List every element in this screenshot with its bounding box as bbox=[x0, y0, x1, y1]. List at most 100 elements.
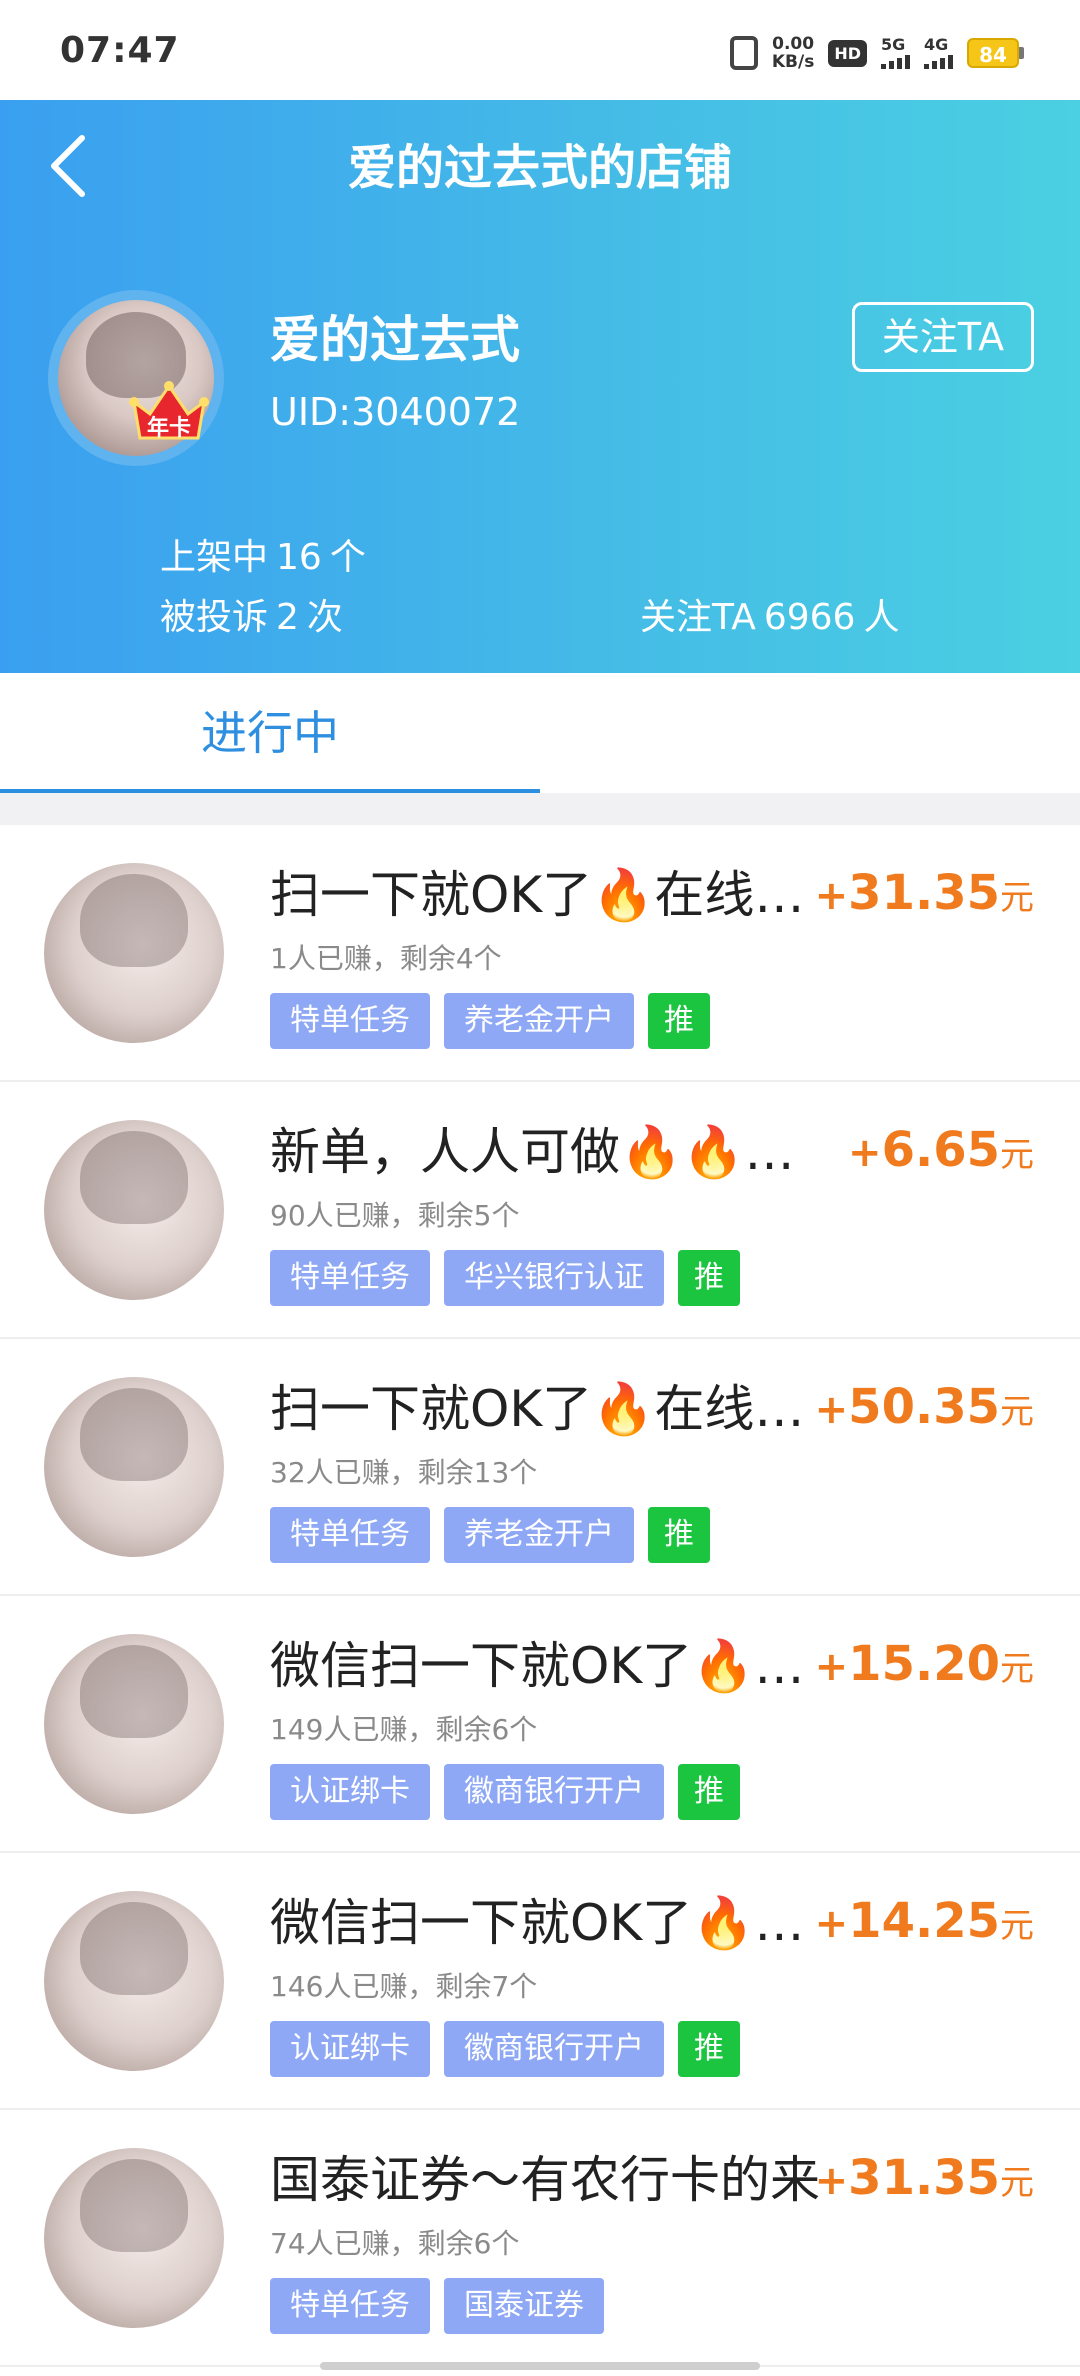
section-divider bbox=[0, 793, 1080, 825]
follower-count: 关注TA 6966 人 bbox=[640, 588, 899, 640]
complaint-prefix: 被投诉 bbox=[160, 597, 269, 638]
task-reward: +14.25元 bbox=[815, 1893, 1034, 1949]
follow-button[interactable]: 关注TA bbox=[852, 302, 1034, 372]
price-plus: + bbox=[814, 1644, 849, 1690]
task-title: 扫一下就OK了🔥在线… bbox=[270, 1380, 805, 1438]
task-tags: 特单任务 国泰证券 bbox=[270, 2278, 604, 2334]
task-tag: 养老金开户 bbox=[444, 993, 634, 1049]
home-indicator[interactable] bbox=[320, 2362, 760, 2370]
price-amount: 6.65 bbox=[881, 1122, 1000, 1178]
task-row[interactable]: 微信扫一下就OK了🔥… +14.25元 146人已赚，剩余7个 认证绑卡 徽商银行… bbox=[0, 1853, 1080, 2110]
task-tags: 特单任务 养老金开户推 bbox=[270, 1507, 710, 1563]
signal-5g-label: 5G bbox=[881, 35, 906, 54]
status-time: 07:47 bbox=[60, 30, 180, 71]
task-tag: 认证绑卡 bbox=[270, 2021, 430, 2077]
annual-card-badge: 年卡 bbox=[128, 380, 210, 444]
network-speed: 0.00 KB/s bbox=[772, 35, 814, 71]
tab-in-progress[interactable]: 进行中 bbox=[0, 673, 540, 793]
follower-prefix: 关注TA bbox=[640, 597, 756, 638]
task-tags: 特单任务 华兴银行认证推 bbox=[270, 1250, 740, 1306]
shop-username: 爱的过去式 bbox=[270, 311, 520, 369]
task-tag: 徽商银行开户 bbox=[444, 1764, 664, 1820]
task-progress: 146人已赚，剩余7个 bbox=[270, 1970, 538, 2003]
task-tag: 国泰证券 bbox=[444, 2278, 604, 2334]
listed-number: 16 bbox=[276, 537, 322, 578]
price-amount: 15.20 bbox=[848, 1636, 1000, 1692]
task-tag: 徽商银行开户 bbox=[444, 2021, 664, 2077]
task-avatar bbox=[44, 1377, 224, 1557]
price-unit: 元 bbox=[1000, 2163, 1034, 2203]
task-tag: 特单任务 bbox=[270, 993, 430, 1049]
recommended-tag: 推 bbox=[678, 2021, 740, 2077]
price-plus: + bbox=[814, 2158, 849, 2204]
signal-4g-label: 4G bbox=[924, 35, 949, 54]
task-progress: 1人已赚，剩余4个 bbox=[270, 942, 502, 975]
network-speed-unit: KB/s bbox=[771, 52, 815, 72]
task-avatar bbox=[44, 1891, 224, 2071]
price-amount: 50.35 bbox=[848, 1379, 1000, 1435]
tab-bar: 进行中 bbox=[0, 673, 1080, 793]
page-title: 爱的过去式的店铺 bbox=[347, 140, 732, 196]
price-unit: 元 bbox=[1000, 1649, 1034, 1689]
task-progress: 90人已赚，剩余5个 bbox=[270, 1199, 520, 1232]
task-avatar bbox=[44, 1634, 224, 1814]
price-plus: + bbox=[814, 873, 849, 919]
complaint-suffix: 次 bbox=[306, 597, 343, 638]
task-avatar bbox=[44, 1120, 224, 1300]
recommended-tag: 推 bbox=[648, 993, 710, 1049]
price-plus: + bbox=[814, 1901, 849, 1947]
network-speed-value: 0.00 bbox=[772, 34, 815, 54]
complaint-number: 2 bbox=[276, 597, 299, 638]
price-unit: 元 bbox=[1000, 1906, 1034, 1946]
battery-level: 84 bbox=[967, 38, 1019, 68]
task-avatar bbox=[44, 863, 224, 1043]
task-progress: 74人已赚，剩余6个 bbox=[270, 2227, 520, 2260]
task-tag: 特单任务 bbox=[270, 2278, 430, 2334]
task-tag: 特单任务 bbox=[270, 1507, 430, 1563]
task-row[interactable]: 国泰证券～有农行卡的来 +31.35元 74人已赚，剩余6个 特单任务 国泰证券 bbox=[0, 2110, 1080, 2367]
annual-card-label: 年卡 bbox=[146, 416, 191, 441]
signal-5g-icon: 5G bbox=[881, 37, 910, 69]
listed-prefix: 上架中 bbox=[160, 537, 269, 578]
hd-icon: HD bbox=[828, 39, 867, 67]
signal-4g-icon: 4G bbox=[924, 37, 953, 69]
task-tags: 认证绑卡 徽商银行开户推 bbox=[270, 2021, 740, 2077]
listed-suffix: 个 bbox=[329, 537, 366, 578]
task-row[interactable]: 微信扫一下就OK了🔥… +15.20元 149人已赚，剩余6个 认证绑卡 徽商银行… bbox=[0, 1596, 1080, 1853]
task-list: 扫一下就OK了🔥在线… +31.35元 1人已赚，剩余4个 特单任务 养老金开户推… bbox=[0, 825, 1080, 2367]
price-amount: 31.35 bbox=[848, 865, 1000, 921]
task-tags: 认证绑卡 徽商银行开户推 bbox=[270, 1764, 740, 1820]
task-avatar bbox=[44, 2148, 224, 2328]
task-title: 扫一下就OK了🔥在线… bbox=[270, 866, 805, 924]
vibrate-icon bbox=[729, 36, 758, 70]
task-reward: +31.35元 bbox=[815, 865, 1034, 921]
price-amount: 31.35 bbox=[848, 2150, 1000, 2206]
task-row[interactable]: 新单，人人可做🔥🔥… +6.65元 90人已赚，剩余5个 特单任务 华兴银行认证推 bbox=[0, 1082, 1080, 1339]
price-plus: + bbox=[848, 1130, 882, 1176]
task-tag: 特单任务 bbox=[270, 1250, 430, 1306]
recommended-tag: 推 bbox=[678, 1250, 740, 1306]
price-unit: 元 bbox=[1000, 1135, 1034, 1175]
status-bar: 07:47 0.00 KB/s HD 5G 4G 84 bbox=[0, 0, 1080, 100]
task-tag: 认证绑卡 bbox=[270, 1764, 430, 1820]
task-row[interactable]: 扫一下就OK了🔥在线… +50.35元 32人已赚，剩余13个 特单任务 养老金开… bbox=[0, 1339, 1080, 1596]
status-icons: 0.00 KB/s HD 5G 4G 84 bbox=[729, 28, 1024, 78]
listed-count: 上架中 16 个 bbox=[160, 528, 366, 580]
shop-uid: UID:3040072 bbox=[270, 390, 521, 434]
follower-suffix: 人 bbox=[863, 597, 900, 638]
task-title: 微信扫一下就OK了🔥… bbox=[270, 1637, 805, 1695]
complaint-count: 被投诉 2 次 bbox=[160, 588, 343, 640]
follower-number: 6966 bbox=[763, 597, 856, 638]
price-unit: 元 bbox=[1000, 878, 1034, 918]
shop-header: 爱的过去式的店铺 年卡 爱的过去式 UID:3040072 关注TA 上架中 16… bbox=[0, 100, 1080, 673]
task-title: 新单，人人可做🔥🔥… bbox=[270, 1123, 795, 1181]
task-reward: +50.35元 bbox=[815, 1379, 1034, 1435]
recommended-tag: 推 bbox=[648, 1507, 710, 1563]
task-reward: +6.65元 bbox=[848, 1122, 1034, 1178]
task-row[interactable]: 扫一下就OK了🔥在线… +31.35元 1人已赚，剩余4个 特单任务 养老金开户推 bbox=[0, 825, 1080, 1082]
recommended-tag: 推 bbox=[678, 1764, 740, 1820]
task-progress: 149人已赚，剩余6个 bbox=[270, 1713, 538, 1746]
task-reward: +15.20元 bbox=[815, 1636, 1034, 1692]
price-plus: + bbox=[814, 1387, 849, 1433]
task-title: 微信扫一下就OK了🔥… bbox=[270, 1894, 805, 1952]
